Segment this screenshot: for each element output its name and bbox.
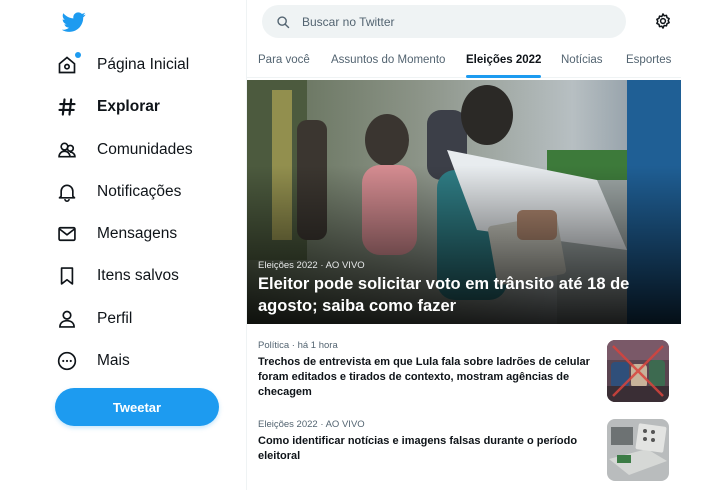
notification-dot	[75, 52, 81, 58]
news-thumbnail	[607, 340, 669, 402]
news-thumbnail	[607, 419, 669, 481]
sidebar-item-notifications[interactable]: Notificações	[56, 174, 181, 210]
person-icon	[56, 308, 78, 330]
tab-eleicoes-2022[interactable]: Eleições 2022	[466, 42, 542, 78]
hero-meta: Eleições 2022 · AO VIVO	[258, 260, 365, 271]
tab-esportes[interactable]: Esportes	[626, 42, 671, 78]
bookmark-icon	[56, 265, 78, 287]
sidebar-item-label: Comunidades	[97, 141, 193, 158]
hero-title: Eleitor pode solicitar voto em trânsito …	[258, 275, 630, 315]
news-title: Trechos de entrevista em que Lula fala s…	[258, 356, 590, 398]
tab-para-voce[interactable]: Para você	[258, 42, 310, 78]
sidebar-item-explore[interactable]: Explorar	[56, 89, 160, 125]
search-input[interactable]	[302, 14, 602, 29]
bell-icon	[56, 181, 78, 203]
sidebar-item-bookmarks[interactable]: Itens salvos	[56, 258, 179, 294]
explore-tabs: Para você Assuntos do Momento Eleições 2…	[247, 42, 681, 78]
search-bar[interactable]	[262, 5, 626, 38]
sidebar-item-label: Perfil	[97, 310, 133, 327]
news-meta: Política · há 1 hora	[258, 340, 338, 351]
communities-icon	[56, 139, 78, 161]
sidebar-item-label: Mensagens	[97, 225, 178, 242]
home-icon	[56, 52, 81, 76]
search-icon	[277, 15, 290, 28]
gear-icon[interactable]	[654, 12, 672, 30]
sidebar: Página Inicial Explorar Comunidades Noti…	[0, 0, 246, 490]
hashtag-icon	[56, 96, 78, 118]
sidebar-item-messages[interactable]: Mensagens	[56, 216, 177, 252]
sidebar-item-label: Mais	[97, 352, 130, 369]
sidebar-item-more[interactable]: Mais	[56, 343, 130, 379]
tweet-button[interactable]: Tweetar	[55, 388, 219, 426]
envelope-icon	[56, 223, 78, 245]
tab-noticias[interactable]: Notícias	[561, 42, 603, 78]
hero-story[interactable]: Eleições 2022 · AO VIVO Eleitor pode sol…	[247, 80, 681, 324]
sidebar-item-label: Página Inicial	[97, 56, 190, 73]
sidebar-item-label: Notificações	[97, 183, 182, 200]
more-circle-icon	[56, 350, 78, 372]
sidebar-item-label: Explorar	[97, 98, 160, 115]
news-meta: Eleições 2022 · AO VIVO	[258, 419, 365, 430]
news-title: Como identificar notícias e imagens fals…	[258, 435, 578, 462]
sidebar-item-communities[interactable]: Comunidades	[56, 132, 193, 168]
sidebar-item-label: Itens salvos	[97, 267, 179, 284]
twitter-logo-icon[interactable]	[62, 10, 86, 34]
news-item[interactable]: Política · há 1 hora Trechos de entrevis…	[247, 340, 681, 404]
sidebar-item-home[interactable]: Página Inicial	[56, 47, 189, 83]
tab-assuntos-do-momento[interactable]: Assuntos do Momento	[331, 42, 445, 78]
sidebar-item-profile[interactable]: Perfil	[56, 301, 132, 337]
news-item[interactable]: Eleições 2022 · AO VIVO Como identificar…	[247, 419, 681, 483]
